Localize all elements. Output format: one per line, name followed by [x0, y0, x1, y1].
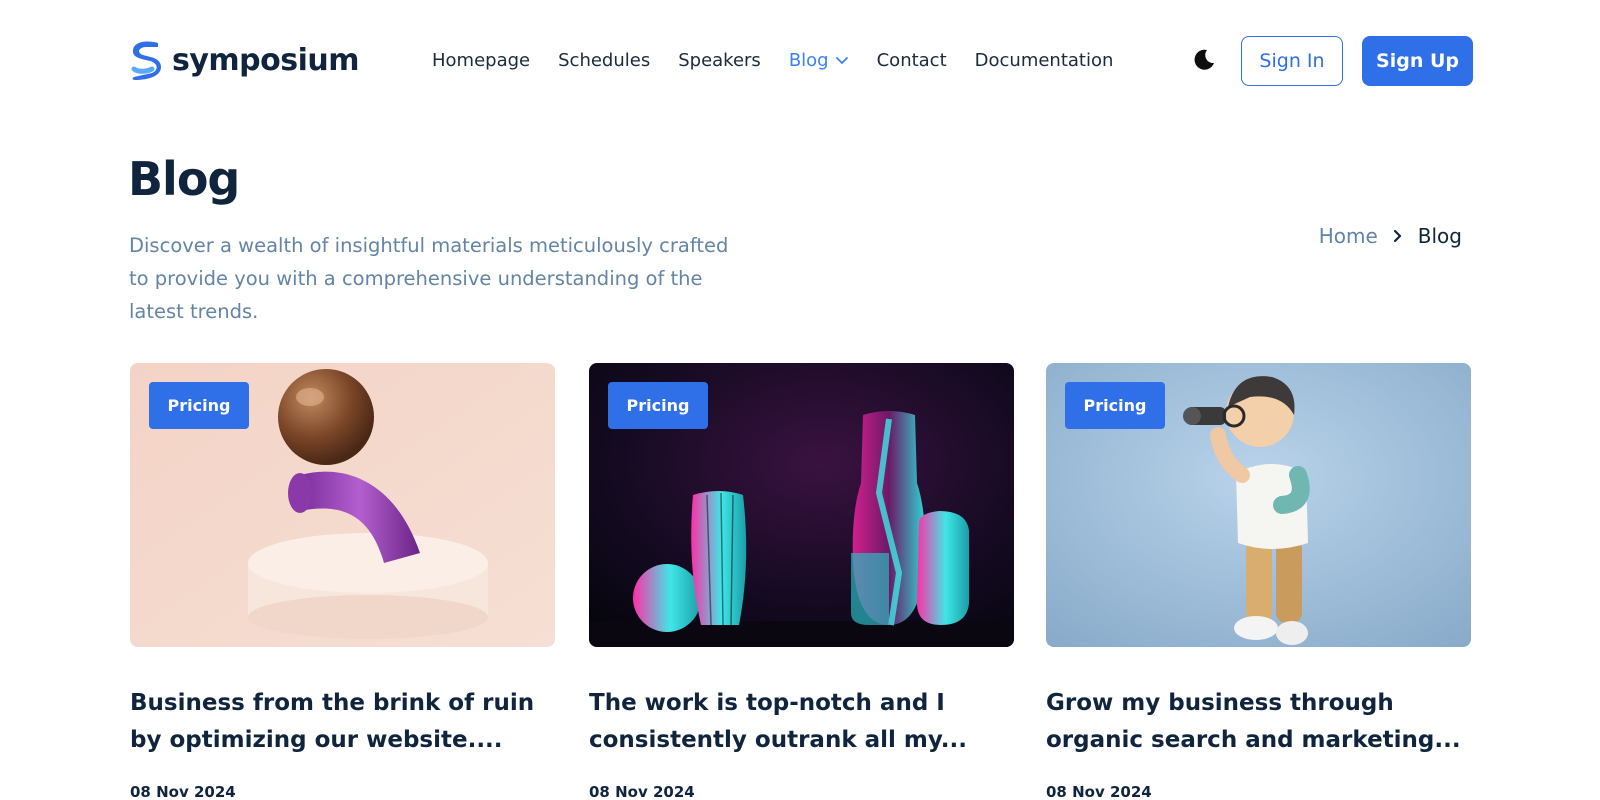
nav-label: Speakers — [678, 49, 761, 71]
breadcrumb-current: Blog — [1417, 224, 1462, 248]
sign-up-button[interactable]: Sign Up — [1362, 36, 1473, 86]
page-description: Discover a wealth of insightful material… — [129, 234, 729, 323]
nav-label: Homepage — [432, 49, 531, 71]
nav-label: Blog — [788, 49, 829, 71]
post-date: 08 Nov 2024 — [130, 783, 236, 800]
nav-label: Schedules — [558, 49, 651, 71]
nav-item-documentation[interactable]: Documentation — [975, 50, 1114, 71]
nav-item-homepage[interactable]: Homepage — [432, 50, 530, 71]
category-tag[interactable]: Pricing — [1065, 382, 1165, 429]
brand-name: symposium — [172, 42, 360, 78]
nav-item-blog[interactable]: Blog — [789, 50, 849, 71]
post-image[interactable]: Pricing — [589, 363, 1014, 647]
category-tag[interactable]: Pricing — [608, 382, 708, 429]
breadcrumb: Home Blog — [1319, 224, 1462, 248]
chevron-right-icon — [1393, 229, 1401, 243]
post-image[interactable]: Pricing — [130, 363, 555, 647]
post-date: 08 Nov 2024 — [589, 783, 695, 800]
blog-card: Pricing Business from the brink of ruin … — [130, 363, 555, 800]
main-nav: Homepage Schedules Speakers Blog Contact… — [432, 47, 1141, 73]
breadcrumb-home-link[interactable]: Home — [1319, 224, 1378, 248]
brand-logo[interactable]: symposium — [128, 38, 360, 82]
nav-label: Documentation — [974, 49, 1114, 71]
sign-in-button[interactable]: Sign In — [1241, 36, 1343, 86]
post-date: 08 Nov 2024 — [1046, 783, 1152, 800]
nav-label: Contact — [876, 49, 947, 71]
page-title: Blog — [128, 152, 240, 206]
nav-item-contact[interactable]: Contact — [877, 50, 947, 71]
blog-card: Pricing The work is top-notch and I cons… — [589, 363, 1014, 800]
category-tag[interactable]: Pricing — [149, 382, 249, 429]
chevron-down-icon — [835, 57, 848, 64]
nav-item-schedules[interactable]: Schedules — [558, 50, 650, 71]
post-title[interactable]: Business from the brink of ruin by optim… — [130, 685, 555, 759]
post-image[interactable]: Pricing — [1046, 363, 1471, 647]
post-title[interactable]: Grow my business through organic search … — [1046, 685, 1471, 759]
post-title[interactable]: The work is top-notch and I consistently… — [589, 685, 1014, 759]
moon-icon[interactable] — [1192, 48, 1216, 72]
nav-item-speakers[interactable]: Speakers — [678, 50, 761, 71]
logo-icon — [131, 41, 161, 80]
blog-card: Pricing Grow my business through organic… — [1046, 363, 1471, 800]
